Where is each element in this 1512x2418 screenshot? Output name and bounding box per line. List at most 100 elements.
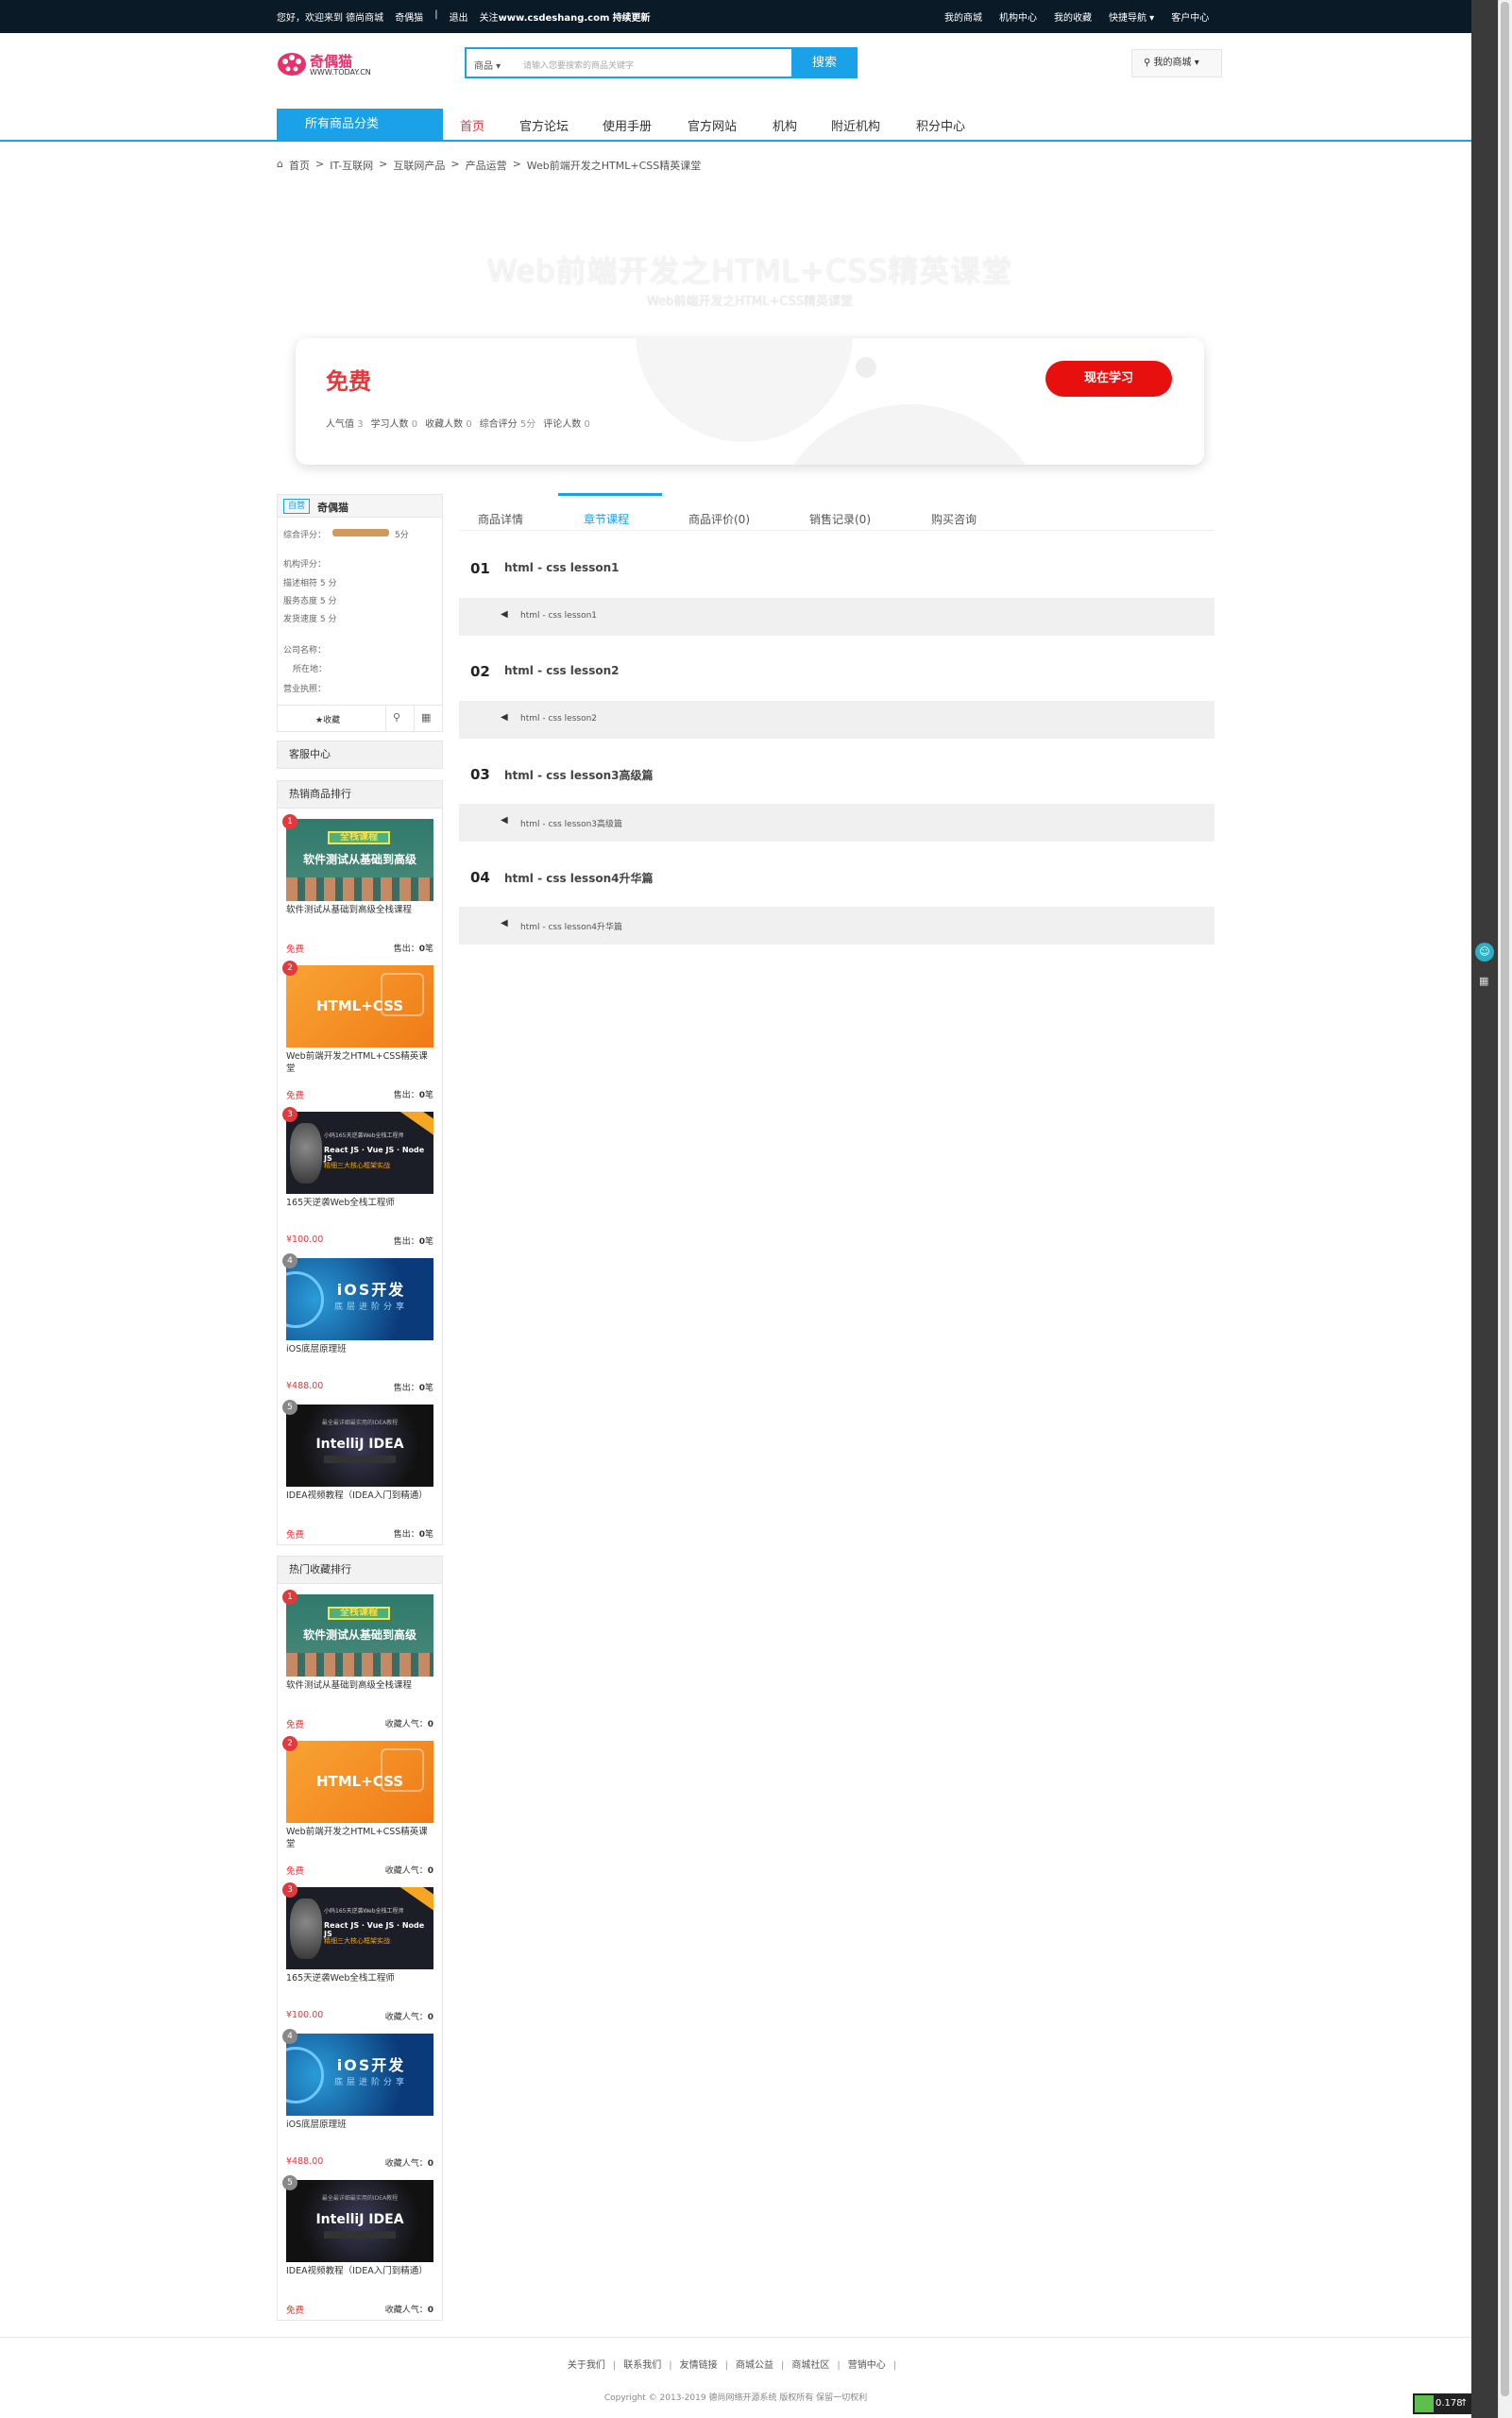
chapter-number: 04 bbox=[470, 869, 490, 886]
product-name[interactable]: iOS底层原理班 bbox=[286, 2119, 435, 2143]
product-name[interactable]: Web前端开发之HTML+CSS精英课堂 bbox=[286, 1826, 435, 1850]
product-thumbnail[interactable]: HTML+CSS bbox=[286, 965, 433, 1047]
thumb-decor bbox=[286, 2047, 324, 2103]
product-name[interactable]: 165天逆袭Web全栈工程师 bbox=[286, 1197, 435, 1221]
product-price: ¥100.00 bbox=[286, 1235, 324, 1245]
footer-link[interactable]: 关于我们 bbox=[568, 2360, 605, 2371]
qrcode-icon[interactable]: ▦ bbox=[421, 711, 431, 724]
list-item[interactable]: 2 HTML+CSS Web前端开发之HTML+CSS精英课堂 免费 售出：0笔 bbox=[278, 961, 442, 1109]
breadcrumb-item[interactable]: IT-互联网 bbox=[330, 158, 373, 173]
stat-label: 学习人数 bbox=[370, 419, 409, 430]
location-icon[interactable]: ⚲ bbox=[393, 711, 400, 724]
customer-service-avatar-icon[interactable]: ☺ bbox=[1475, 943, 1494, 962]
shop-header: 自营 奇偶猫 bbox=[278, 495, 442, 518]
product-name[interactable]: 软件测试从基础到高级全栈课程 bbox=[286, 904, 435, 928]
product-name[interactable]: Web前端开发之HTML+CSS精英课堂 bbox=[286, 1050, 435, 1075]
list-item[interactable]: 5 最全最详细最实用的IDEA教程 IntelliJ IDEA IDEA视频教程（ID… bbox=[278, 2175, 442, 2324]
follow-site[interactable]: www.csdeshang.com bbox=[499, 13, 610, 24]
search-button[interactable]: 搜索 bbox=[791, 47, 858, 78]
product-thumbnail[interactable]: HTML+CSS bbox=[286, 1741, 433, 1823]
qrcode-icon[interactable]: ▦ bbox=[1479, 975, 1488, 987]
product-meta: 售出：0笔 bbox=[394, 942, 433, 954]
product-thumbnail[interactable]: iOS开发 底层进阶分享 bbox=[286, 1258, 433, 1340]
thumb-text: 全栈课程 bbox=[328, 1607, 390, 1620]
tab-inquiries[interactable]: 购买咨询 bbox=[931, 511, 977, 527]
list-item[interactable]: 1 全栈课程 软件测试从基础到高级 软件测试从基础到高级全栈课程 免费 售出：0笔 bbox=[278, 814, 442, 962]
tab-chapters[interactable]: 章节课程 bbox=[584, 511, 629, 527]
breadcrumb-item[interactable]: Web前端开发之HTML+CSS精英课堂 bbox=[527, 158, 701, 173]
product-thumbnail[interactable]: 最全最详细最实用的IDEA教程 IntelliJ IDEA bbox=[286, 1405, 433, 1487]
chapter-item: 04 html - css lesson4升华篇 ◀ html - css lesso… bbox=[459, 869, 1215, 945]
tab-product-details[interactable]: 商品详情 bbox=[478, 511, 523, 527]
product-thumbnail[interactable]: 小码165天逆袭Web全栈工程师 React JS · Vue JS · Node… bbox=[286, 1112, 433, 1194]
lesson-title[interactable]: html - css lesson4升华篇 bbox=[520, 920, 622, 932]
product-thumbnail[interactable]: 全栈课程 软件测试从基础到高级 bbox=[286, 1594, 433, 1677]
nav-item-points[interactable]: 积分中心 bbox=[916, 116, 965, 134]
list-item[interactable]: 4 iOS开发 底层进阶分享 iOS底层原理班 ¥488.00 售出：0笔 bbox=[278, 1253, 442, 1402]
lesson-row[interactable]: ◀ html - css lesson3高级篇 bbox=[459, 804, 1215, 842]
username-link[interactable]: 奇偶猫 bbox=[395, 9, 423, 24]
product-thumbnail[interactable]: 小码165天逆袭Web全栈工程师 React JS · Vue JS · Node… bbox=[286, 1887, 433, 1969]
nav-item-official-site[interactable]: 官方网站 bbox=[688, 116, 737, 134]
list-item[interactable]: 3 小码165天逆袭Web全栈工程师 React JS · Vue JS · Nod… bbox=[278, 1882, 442, 2031]
footer-link[interactable]: 营销中心 bbox=[848, 2360, 886, 2371]
search-input[interactable]: 请输入您要搜索的商品关键字 bbox=[523, 59, 634, 71]
breadcrumb-item[interactable]: 互联网产品 bbox=[393, 158, 445, 173]
product-name[interactable]: 165天逆袭Web全栈工程师 bbox=[286, 1972, 435, 1997]
all-categories-button[interactable]: 所有商品分类 bbox=[277, 109, 443, 141]
shop-name[interactable]: 奇偶猫 bbox=[317, 500, 348, 515]
product-meta: 售出：0笔 bbox=[394, 1527, 433, 1540]
tab-reviews[interactable]: 商品评价(0) bbox=[688, 511, 750, 527]
list-item[interactable]: 3 小码165天逆袭Web全栈工程师 React JS · Vue JS · Nod… bbox=[278, 1107, 442, 1255]
perf-widget[interactable]: 0.178 ↑ bbox=[1413, 2393, 1471, 2414]
breadcrumb-item[interactable]: 产品运营 bbox=[466, 158, 507, 173]
nav-item-forum[interactable]: 官方论坛 bbox=[519, 116, 569, 134]
lesson-title[interactable]: html - css lesson2 bbox=[520, 714, 597, 724]
list-item[interactable]: 1 全栈课程 软件测试从基础到高级 软件测试从基础到高级全栈课程 免费 收藏人气：0 bbox=[278, 1590, 442, 1738]
scroll-top-icon[interactable]: ↑ bbox=[1460, 2393, 1468, 2414]
list-item[interactable]: 5 最全最详细最实用的IDEA教程 IntelliJ IDEA IDEA视频教程（ID… bbox=[278, 1400, 442, 1548]
topbar-link[interactable]: 机构中心 bbox=[999, 9, 1037, 24]
list-item[interactable]: 4 iOS开发 底层进阶分享 iOS底层原理班 ¥488.00 收藏人气：0 bbox=[278, 2029, 442, 2177]
rating-service: 服务态度 5 分 bbox=[283, 597, 337, 606]
lesson-title[interactable]: html - css lesson3高级篇 bbox=[520, 817, 622, 829]
product-thumbnail[interactable]: 最全最详细最实用的IDEA教程 IntelliJ IDEA bbox=[286, 2180, 433, 2262]
product-name[interactable]: iOS底层原理班 bbox=[286, 1343, 435, 1368]
list-item[interactable]: 2 HTML+CSS Web前端开发之HTML+CSS精英课堂 免费 收藏人气：0 bbox=[278, 1736, 442, 1884]
topbar-link[interactable]: 客户中心 bbox=[1171, 9, 1209, 24]
topbar-link[interactable]: 快捷导航 ▾ bbox=[1109, 9, 1154, 24]
learn-now-button[interactable]: 现在学习 bbox=[1045, 361, 1172, 397]
logout-link[interactable]: 退出 bbox=[450, 9, 468, 24]
lesson-row[interactable]: ◀ html - css lesson1 bbox=[459, 598, 1215, 636]
nav-item-home[interactable]: 首页 bbox=[460, 116, 484, 134]
footer-separator: | bbox=[612, 2360, 617, 2371]
footer-link[interactable]: 联系我们 bbox=[623, 2360, 661, 2371]
site-logo[interactable]: 奇偶猫 WWW.TODAY.CN bbox=[277, 49, 371, 81]
tab-sales-records[interactable]: 销售记录(0) bbox=[809, 511, 871, 527]
product-name[interactable]: 软件测试从基础到高级全栈课程 bbox=[286, 1679, 435, 1704]
scrollbar-thumb[interactable] bbox=[1501, 2, 1509, 2396]
nav-item-manual[interactable]: 使用手册 bbox=[603, 116, 652, 134]
footer-link[interactable]: 商城公益 bbox=[736, 2360, 773, 2371]
product-thumbnail[interactable]: 全栈课程 软件测试从基础到高级 bbox=[286, 819, 433, 901]
topbar-link[interactable]: 我的商城 bbox=[944, 9, 982, 24]
search-category-select[interactable]: 商品 ▾ bbox=[474, 58, 501, 72]
lesson-row[interactable]: ◀ html - css lesson2 bbox=[459, 701, 1215, 739]
nav-item-institutions[interactable]: 机构 bbox=[773, 116, 797, 134]
lesson-row[interactable]: ◀ html - css lesson4升华篇 bbox=[459, 907, 1215, 945]
hero-title: Web前端开发之HTML+CSS精英课堂 bbox=[486, 253, 1013, 289]
product-name[interactable]: IDEA视频教程（IDEA入门到精通） bbox=[286, 1490, 435, 1514]
topbar-link[interactable]: 我的收藏 bbox=[1054, 9, 1092, 24]
lesson-title[interactable]: html - css lesson1 bbox=[520, 611, 597, 621]
breadcrumb-item[interactable]: 首页 bbox=[289, 158, 310, 173]
stat-item: 综合评分 5分 bbox=[480, 416, 536, 430]
footer-link[interactable]: 友情链接 bbox=[680, 2360, 718, 2371]
footer-link[interactable]: 商城社区 bbox=[791, 2360, 829, 2371]
favorite-shop-button[interactable]: ★收藏 bbox=[315, 713, 340, 725]
product-thumbnail[interactable]: iOS开发 底层进阶分享 bbox=[286, 2034, 433, 2116]
service-center-header[interactable]: 客服中心 bbox=[277, 741, 443, 769]
product-name[interactable]: IDEA视频教程（IDEA入门到精通） bbox=[286, 2265, 435, 2290]
rank-badge: 1 bbox=[282, 1590, 297, 1605]
nav-item-nearby[interactable]: 附近机构 bbox=[831, 116, 880, 134]
my-mall-dropdown[interactable]: ⚲ 我的商城 ▾ bbox=[1131, 49, 1222, 77]
